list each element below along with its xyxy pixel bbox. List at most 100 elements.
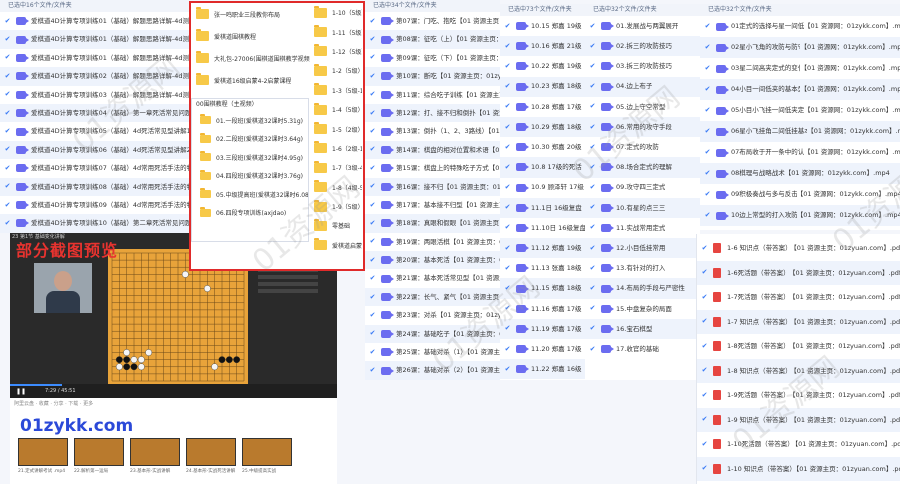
list-item[interactable]: ✔ 14.布局的手段与严密性 bbox=[585, 278, 700, 299]
checkbox-checked-icon[interactable]: ✔ bbox=[369, 183, 376, 190]
checkbox-checked-icon[interactable]: ✔ bbox=[4, 17, 11, 25]
checkbox-checked-icon[interactable]: ✔ bbox=[504, 83, 511, 90]
list-item[interactable]: ✔ 10.29 郑嘉 18级【01】 bbox=[500, 116, 585, 138]
list-item[interactable]: ✔ 16.宝石棋型 bbox=[585, 318, 700, 339]
list-item[interactable]: ✔ 08棋理与战略战术 【01 资源网：01zykk.com】.mp4 bbox=[700, 163, 900, 184]
checkbox-checked-icon[interactable]: ✔ bbox=[701, 416, 708, 423]
list-item[interactable]: ✔ 10.23 郑嘉 18级【01】 bbox=[500, 76, 585, 97]
checkbox-checked-icon[interactable]: ✔ bbox=[589, 83, 596, 90]
list-item[interactable]: ✔ 17.收官的基础 bbox=[585, 339, 700, 359]
checkbox-checked-icon[interactable]: ✔ bbox=[704, 191, 711, 198]
list-item[interactable]: ✔ 10.有星的点三三 bbox=[585, 197, 700, 218]
list-item[interactable]: ✔ 第13课：倒扑（1、2、3路线）【01 资源主页：01zyuan.com】.m… bbox=[365, 122, 500, 140]
list-item[interactable]: ✔ 08.场合定式的理解 bbox=[585, 157, 700, 178]
list-item[interactable]: ✔ 爱棋道4D计算专项训练01（基础）解题思路详解-4d测试题（1） bbox=[0, 12, 189, 30]
checkbox-checked-icon[interactable]: ✔ bbox=[704, 107, 711, 114]
list-item[interactable]: ✔ 10.30 郑嘉 20级【01】 bbox=[500, 137, 585, 157]
checkbox-checked-icon[interactable]: ✔ bbox=[369, 91, 376, 98]
checkbox-checked-icon[interactable]: ✔ bbox=[504, 143, 511, 151]
checkbox-checked-icon[interactable]: ✔ bbox=[504, 325, 511, 332]
list-item[interactable]: ✔ 第12课：打、接不归和倒扑【01 资源主页：01zyuan.com】.mp4 bbox=[365, 103, 500, 123]
checkbox-checked-icon[interactable]: ✔ bbox=[701, 367, 708, 374]
list-item[interactable]: ✔ 第22课：长气、紧气【01 资源主页：01zyuan.com】.mp4 bbox=[365, 287, 500, 307]
list-item[interactable]: ✔ 11.19 郑嘉 17级【01】 bbox=[500, 318, 585, 339]
checkbox-checked-icon[interactable]: ✔ bbox=[704, 149, 711, 156]
checkbox-checked-icon[interactable]: ✔ bbox=[704, 86, 711, 93]
list-item[interactable]: ✔ 爱棋道4D计算专项训练08（基础）4d常用死活手法的特点和要 bbox=[0, 177, 189, 196]
list-item[interactable]: ✔ 爱棋道4D计算专项训练04（基础）第一章死活常见问题详解 bbox=[0, 103, 189, 123]
list-item[interactable]: ✔ 11.12 郑嘉 19级【01】 bbox=[500, 238, 585, 259]
checkbox-checked-icon[interactable]: ✔ bbox=[4, 201, 11, 209]
course-folder-item[interactable]: 01.一段班(爱棋道32课时5.31g) bbox=[192, 111, 308, 130]
list-item[interactable]: ✔ 爱棋道4D计算专项训练09（基础）4d常用死活手法的特点和要 bbox=[0, 196, 189, 214]
checkbox-checked-icon[interactable]: ✔ bbox=[589, 42, 596, 50]
checkbox-checked-icon[interactable]: ✔ bbox=[369, 330, 376, 337]
checkbox-checked-icon[interactable]: ✔ bbox=[589, 285, 596, 292]
folder-item[interactable]: 1-5（2级） bbox=[314, 119, 362, 138]
checkbox-checked-icon[interactable]: ✔ bbox=[504, 204, 511, 211]
checkbox-checked-icon[interactable]: ✔ bbox=[4, 219, 11, 227]
list-item[interactable]: ✔ 1-7死活题（带答案） 【01 资源主页：01zyuan.com】.pdf bbox=[697, 285, 900, 310]
list-item[interactable]: ✔ 爱棋道4D计算专项训练02（基础）解题思路详解-4d测试题（4） bbox=[0, 67, 189, 86]
checkbox-checked-icon[interactable]: ✔ bbox=[4, 36, 11, 43]
video-controls[interactable]: ❚❚ 7:29 / 45:51 bbox=[10, 384, 337, 398]
checkbox-checked-icon[interactable]: ✔ bbox=[589, 204, 596, 211]
checkbox-checked-icon[interactable]: ✔ bbox=[589, 143, 596, 151]
checkbox-checked-icon[interactable]: ✔ bbox=[369, 293, 376, 301]
list-item[interactable]: ✔ 爱棋道4D计算专项训练07（基础）4d常用死活手法的特点和要 bbox=[0, 159, 189, 177]
checkbox-checked-icon[interactable]: ✔ bbox=[369, 275, 376, 282]
checkbox-checked-icon[interactable]: ✔ bbox=[369, 219, 376, 227]
checkbox-checked-icon[interactable]: ✔ bbox=[589, 305, 596, 312]
checkbox-checked-icon[interactable]: ✔ bbox=[701, 318, 708, 325]
checkbox-checked-icon[interactable]: ✔ bbox=[701, 269, 708, 276]
checkbox-checked-icon[interactable]: ✔ bbox=[4, 91, 11, 98]
folder-item[interactable]: 1-6（2级-1级） bbox=[314, 139, 362, 158]
list-item[interactable]: ✔ 11.20 郑嘉 17级【01】 bbox=[500, 339, 585, 359]
list-item[interactable]: ✔ 03.拆三的攻防技巧 bbox=[585, 56, 700, 76]
course-folder-item[interactable]: 04.四段班(爱棋道32课时3.76g) bbox=[192, 167, 308, 186]
video-toolbar[interactable]: 阿里云盘 · 收藏 · 分享 · 下载 · 更多 bbox=[14, 400, 93, 407]
course-folder-item[interactable]: 05.中级提高班(爱棋道32课时6.08G) bbox=[192, 185, 308, 204]
checkbox-checked-icon[interactable]: ✔ bbox=[704, 65, 711, 72]
list-item[interactable]: ✔ 第23课：对杀【01 资源主页：01zyuan.com】.mp4 bbox=[365, 306, 500, 324]
checkbox-checked-icon[interactable]: ✔ bbox=[504, 184, 511, 191]
video-thumbnail[interactable]: 24.基本形-实战死活讲解 bbox=[186, 438, 236, 482]
folder-item[interactable]: 1-10（5级） bbox=[314, 3, 362, 22]
list-item[interactable]: ✔ 第08课：征吃（上）【01 资源主页：01zyuan.com】.mp4 bbox=[365, 30, 500, 49]
list-item[interactable]: ✔ 09.攻守四三定式 bbox=[585, 178, 700, 198]
list-item[interactable]: ✔ 爱棋道4D计算专项训练01（基础）解题思路详解-4d测试题（2） bbox=[0, 30, 189, 49]
folder-item[interactable]: 零基础 bbox=[314, 216, 362, 235]
list-item[interactable]: ✔ 05.边上守空常型 bbox=[585, 97, 700, 117]
list-item[interactable]: ✔ 1-9死活题（带答案） 【01 资源主页：01zyuan.com】.pdf bbox=[697, 383, 900, 408]
list-item[interactable]: ✔ 11.15 郑嘉 18级【01】 bbox=[500, 278, 585, 299]
list-item[interactable]: ✔ 第19课：两眼活棋【01 资源主页：01zyuan.com】.mp4 bbox=[365, 233, 500, 251]
checkbox-checked-icon[interactable]: ✔ bbox=[589, 345, 596, 353]
list-item[interactable]: ✔ 1-8死活题（带答案） 【01 资源主页：01zyuan.com】.pdf bbox=[697, 334, 900, 359]
course-folder-item[interactable]: 02.二段班(爱棋道32课时3.64g) bbox=[192, 130, 308, 149]
folder-item[interactable]: 大礼包-27006(围棋道围棋教学视频 bbox=[196, 47, 314, 69]
checkbox-checked-icon[interactable]: ✔ bbox=[4, 164, 11, 172]
list-item[interactable]: ✔ 11.16 郑嘉 17级【01】 bbox=[500, 299, 585, 319]
checkbox-checked-icon[interactable]: ✔ bbox=[369, 36, 376, 43]
checkbox-checked-icon[interactable]: ✔ bbox=[369, 128, 376, 135]
folder-item[interactable]: 1-2（5级） bbox=[314, 61, 362, 80]
folder-item[interactable]: 1-11（5级） bbox=[314, 22, 362, 41]
list-item[interactable]: ✔ 第25课：基础对杀（1）【01 资源主页：01zyuan.com】.mp4 bbox=[365, 343, 500, 361]
checkbox-checked-icon[interactable]: ✔ bbox=[369, 109, 376, 117]
checkbox-checked-icon[interactable]: ✔ bbox=[589, 244, 596, 252]
checkbox-checked-icon[interactable]: ✔ bbox=[504, 163, 511, 171]
list-item[interactable]: ✔ 11.1日 16级复盘【01】 bbox=[500, 197, 585, 218]
checkbox-checked-icon[interactable]: ✔ bbox=[701, 342, 708, 350]
checkbox-checked-icon[interactable]: ✔ bbox=[4, 128, 11, 135]
checkbox-checked-icon[interactable]: ✔ bbox=[704, 212, 711, 219]
checkbox-checked-icon[interactable]: ✔ bbox=[504, 62, 511, 70]
checkbox-checked-icon[interactable]: ✔ bbox=[4, 183, 11, 190]
checkbox-checked-icon[interactable]: ✔ bbox=[589, 264, 596, 272]
checkbox-checked-icon[interactable]: ✔ bbox=[589, 163, 596, 171]
list-item[interactable]: ✔ 第07课：门吃、抱吃【01 资源主页：01zyuan.com】.mp4 bbox=[365, 12, 500, 30]
folder-item[interactable]: 1-4（5级） bbox=[314, 100, 362, 119]
checkbox-checked-icon[interactable]: ✔ bbox=[701, 244, 708, 252]
checkbox-checked-icon[interactable]: ✔ bbox=[4, 109, 11, 117]
list-item[interactable]: ✔ 13.有针对的打入 bbox=[585, 258, 700, 278]
list-item[interactable]: ✔ 15.中盘复杂的局面 bbox=[585, 299, 700, 319]
